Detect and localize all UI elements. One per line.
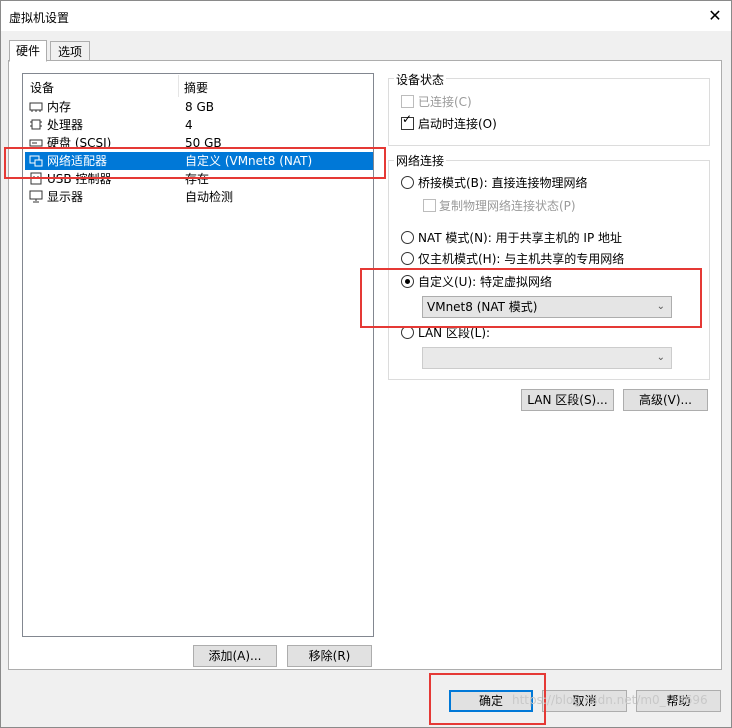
cpu-icon xyxy=(30,119,42,130)
device-row-memory[interactable]: 内存 8 GB xyxy=(25,98,373,116)
hostonly-radio[interactable] xyxy=(401,252,414,265)
connected-checkbox[interactable] xyxy=(401,95,414,108)
device-summary: 8 GB xyxy=(185,100,214,114)
device-summary: 自动检测 xyxy=(185,190,234,204)
device-status-title: 设备状态 xyxy=(394,71,447,88)
chevron-down-icon: ⌄ xyxy=(656,352,665,363)
connect-at-power-on-label[interactable]: 启动时连接(O) xyxy=(418,115,497,132)
device-row-cpu[interactable]: 处理器 4 xyxy=(25,116,373,134)
device-name: 显示器 xyxy=(47,190,84,204)
window-title: 虚拟机设置 xyxy=(9,11,70,25)
remove-button[interactable]: 移除(R) xyxy=(287,645,372,667)
nat-label[interactable]: NAT 模式(N): 用于共享主机的 IP 地址 xyxy=(418,229,622,246)
device-name: 内存 xyxy=(47,100,72,114)
column-header-summary[interactable]: 摘要 xyxy=(184,79,208,97)
nat-radio[interactable] xyxy=(401,231,414,244)
bridged-radio[interactable] xyxy=(401,176,414,189)
advanced-button[interactable]: 高级(V)... xyxy=(623,389,708,411)
title-bar: 虚拟机设置 ✕ xyxy=(1,1,731,31)
highlight-box-network-adapter xyxy=(4,147,386,179)
device-name: 处理器 xyxy=(47,118,84,132)
monitor-icon xyxy=(29,190,43,203)
memory-icon xyxy=(29,102,43,112)
device-summary: 4 xyxy=(185,118,193,132)
connected-label[interactable]: 已连接(C) xyxy=(418,93,472,110)
hostonly-label[interactable]: 仅主机模式(H): 与主机共享的专用网络 xyxy=(418,250,624,267)
watermark-text: https://blog.csdn.net/m0_...3696 xyxy=(512,693,708,707)
lan-segments-button[interactable]: LAN 区段(S)... xyxy=(521,389,614,411)
tab-hardware[interactable]: 硬件 xyxy=(9,40,47,62)
column-separator[interactable] xyxy=(178,75,179,97)
column-header-device[interactable]: 设备 xyxy=(30,79,54,97)
lan-segment-dropdown[interactable]: ⌄ xyxy=(422,347,672,369)
checkmark-icon: ✓ xyxy=(402,112,413,126)
highlight-box-custom-network xyxy=(360,268,702,328)
replicate-state-checkbox[interactable] xyxy=(423,199,436,212)
add-button[interactable]: 添加(A)... xyxy=(193,645,277,667)
device-row-monitor[interactable]: 显示器 自动检测 xyxy=(25,188,373,206)
network-connection-title: 网络连接 xyxy=(394,152,447,169)
replicate-state-label[interactable]: 复制物理网络连接状态(P) xyxy=(439,197,576,214)
bridged-label[interactable]: 桥接模式(B): 直接连接物理网络 xyxy=(418,174,587,191)
close-icon[interactable]: ✕ xyxy=(705,6,725,26)
device-status-group xyxy=(388,78,710,146)
